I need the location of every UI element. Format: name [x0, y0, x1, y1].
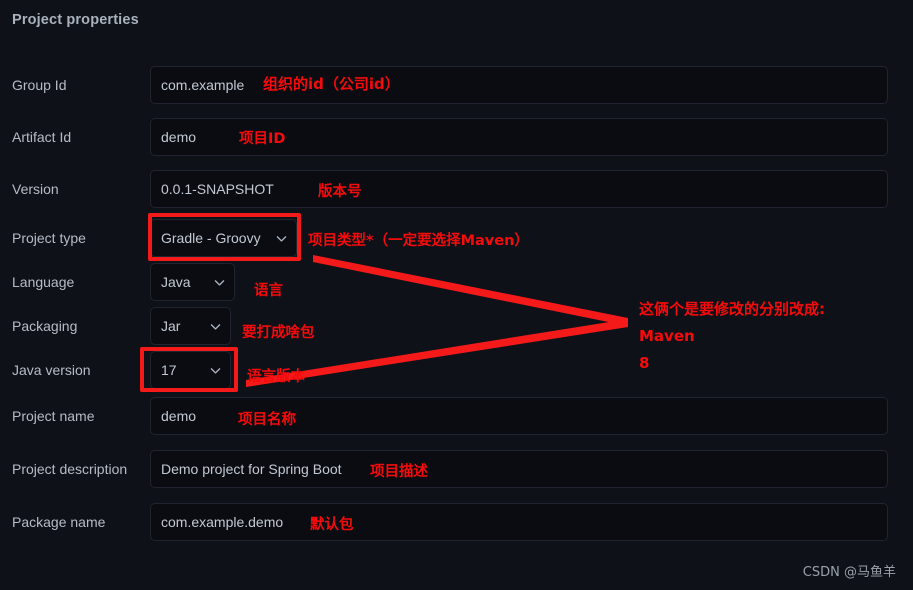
- select-project-type[interactable]: Gradle - Groovy: [150, 219, 297, 257]
- annotation-change-note-title: 这俩个是要修改的分别改成:: [639, 300, 825, 318]
- label-group-id: Group Id: [12, 77, 67, 93]
- page-title: Project properties: [12, 12, 139, 28]
- label-project-type: Project type: [12, 230, 86, 246]
- input-group-id[interactable]: com.example: [150, 66, 888, 104]
- label-artifact-id: Artifact Id: [12, 129, 72, 145]
- label-version: Version: [12, 181, 59, 197]
- annotation-group-id: 组织的id（公司id）: [263, 75, 400, 93]
- input-project-description-value: Demo project for Spring Boot: [161, 461, 342, 477]
- form-row-package-name: Package name com.example.demo: [0, 503, 913, 541]
- annotation-packaging: 要打成啥包: [242, 325, 315, 341]
- input-version[interactable]: 0.0.1-SNAPSHOT: [150, 170, 888, 208]
- annotation-java-version: 语言版本: [247, 369, 305, 385]
- chevron-down-icon: [275, 232, 288, 245]
- annotation-artifact-id: 项目ID: [239, 131, 286, 147]
- annotation-project-description: 项目描述: [370, 464, 428, 480]
- form-row-version: Version 0.0.1-SNAPSHOT: [0, 170, 913, 208]
- spring-initializr-project-properties-panel: Project properties Group Id com.example …: [0, 0, 913, 590]
- input-artifact-id-value: demo: [161, 129, 197, 145]
- annotation-package-name: 默认包: [310, 517, 354, 533]
- input-version-value: 0.0.1-SNAPSHOT: [161, 181, 274, 197]
- annotation-change-note: 这俩个是要修改的分别改成: Maven 8: [639, 296, 825, 377]
- select-language[interactable]: Java: [150, 263, 235, 301]
- annotation-project-name: 项目名称: [238, 412, 296, 428]
- input-group-id-value: com.example: [161, 77, 245, 93]
- label-package-name: Package name: [12, 514, 106, 530]
- select-project-type-value: Gradle - Groovy: [161, 230, 261, 246]
- label-packaging: Packaging: [12, 318, 78, 334]
- input-project-description[interactable]: Demo project for Spring Boot: [150, 450, 888, 488]
- input-package-name-value: com.example.demo: [161, 514, 284, 530]
- select-packaging[interactable]: Jar: [150, 307, 231, 345]
- input-project-name-value: demo: [161, 408, 197, 424]
- form-row-project-name: Project name demo: [0, 397, 913, 435]
- label-language: Language: [12, 274, 75, 290]
- annotation-project-type: 项目类型*（一定要选择Maven）: [308, 233, 529, 249]
- form-row-group-id: Group Id com.example: [0, 66, 913, 104]
- select-java-version-value: 17: [161, 362, 177, 378]
- chevron-down-icon: [213, 276, 226, 289]
- annotation-change-note-line2: 8: [639, 354, 650, 372]
- annotation-version: 版本号: [318, 184, 362, 200]
- annotation-language: 语言: [254, 283, 283, 299]
- label-project-description: Project description: [12, 461, 128, 477]
- label-java-version: Java version: [12, 362, 91, 378]
- chevron-down-icon: [209, 320, 222, 333]
- form-row-project-description: Project description Demo project for Spr…: [0, 450, 913, 488]
- chevron-down-icon: [209, 364, 222, 377]
- select-language-value: Java: [161, 274, 191, 290]
- form-row-artifact-id: Artifact Id demo: [0, 118, 913, 156]
- annotation-change-note-line1: Maven: [639, 327, 695, 345]
- watermark: CSDN @马鱼羊: [802, 565, 896, 580]
- label-project-name: Project name: [12, 408, 95, 424]
- select-java-version[interactable]: 17: [150, 351, 231, 389]
- input-package-name[interactable]: com.example.demo: [150, 503, 888, 541]
- select-packaging-value: Jar: [161, 318, 181, 334]
